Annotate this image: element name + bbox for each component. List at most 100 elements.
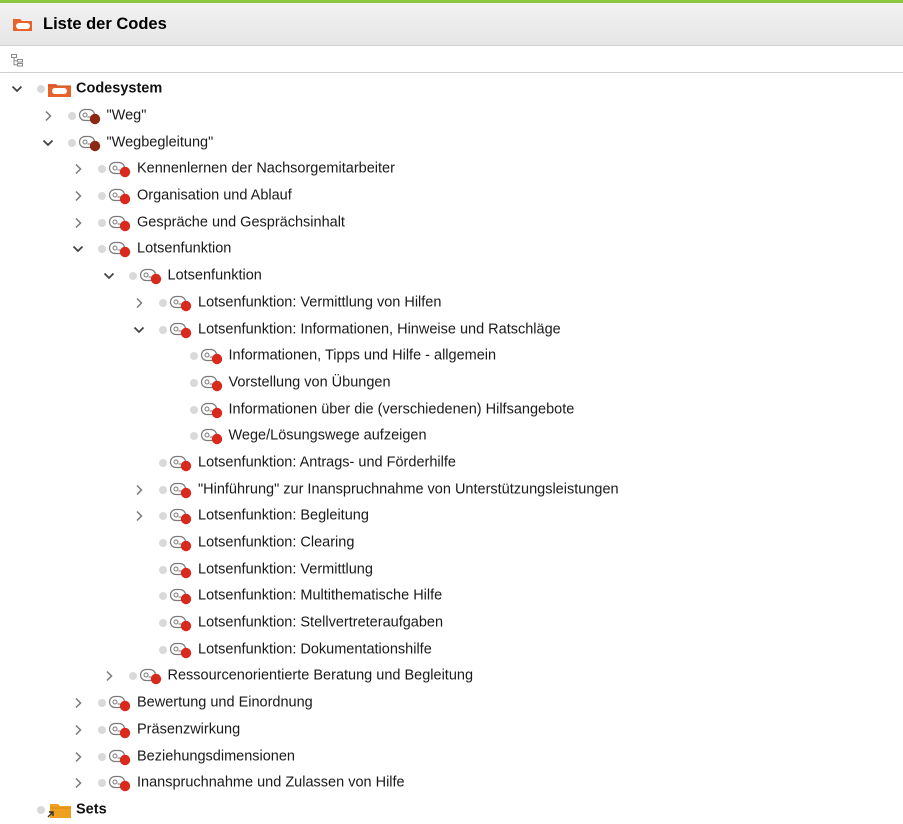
code-icon xyxy=(78,134,102,152)
chevron-right-icon[interactable] xyxy=(41,109,55,123)
tree-item-label: Lotsenfunktion: Begleitung xyxy=(198,508,369,525)
tree-item[interactable]: "Hinführung" zur Inanspruchnahme von Unt… xyxy=(0,476,903,503)
tree-item[interactable]: Lotsenfunktion xyxy=(0,236,903,263)
tree-item-label: Lotsenfunktion xyxy=(137,241,232,258)
tree-item-label: "Hinführung" zur Inanspruchnahme von Unt… xyxy=(198,481,619,498)
status-dot-icon xyxy=(159,325,167,334)
tree-item[interactable]: Lotsenfunktion: Begleitung xyxy=(0,503,903,530)
tree-item[interactable]: Informationen über die (verschiedenen) H… xyxy=(0,396,903,423)
code-icon xyxy=(200,347,224,365)
tree-item[interactable]: Beziehungsdimensionen xyxy=(0,743,903,770)
tree-item[interactable]: Präsenzwirkung xyxy=(0,717,903,744)
status-dot-icon xyxy=(98,752,106,761)
code-icon xyxy=(200,374,224,392)
tree-item-label: Lotsenfunktion: Stellvertreteraufgaben xyxy=(198,614,444,631)
code-icon xyxy=(108,160,132,178)
tree-item-sets[interactable]: Sets xyxy=(0,797,903,824)
status-dot-icon xyxy=(159,512,167,521)
status-dot-icon xyxy=(98,725,106,734)
chevron-down-icon[interactable] xyxy=(102,269,116,283)
status-dot-icon xyxy=(128,272,137,281)
code-icon xyxy=(108,694,132,712)
code-folder-icon xyxy=(12,16,34,32)
status-dot-icon xyxy=(159,619,167,628)
chevron-right-icon[interactable] xyxy=(71,216,85,230)
chevron-right-icon[interactable] xyxy=(132,509,146,523)
tree-item-label: Sets xyxy=(76,801,107,818)
tree-item-label: Lotsenfunktion: Dokumentationshilfe xyxy=(198,641,432,658)
chevron-right-icon[interactable] xyxy=(71,776,85,790)
status-dot-icon xyxy=(128,672,137,681)
chevron-right-icon[interactable] xyxy=(132,483,146,497)
tree-item[interactable]: Informationen, Tipps und Hilfe - allgeme… xyxy=(0,343,903,370)
code-icon xyxy=(169,321,193,339)
tree-item[interactable]: Lotsenfunktion: Informationen, Hinweise … xyxy=(0,316,903,343)
status-dot-icon xyxy=(98,779,106,788)
tree-item-label: Codesystem xyxy=(76,81,163,98)
tree-item-label: Lotsenfunktion: Multithematische Hilfe xyxy=(198,588,443,605)
tree-item-codesystem[interactable]: Codesystem xyxy=(0,76,903,103)
chevron-down-icon[interactable] xyxy=(10,82,24,96)
tree-item[interactable]: Lotsenfunktion: Multithematische Hilfe xyxy=(0,583,903,610)
tree-item-label: Wege/Lösungswege aufzeigen xyxy=(228,427,427,444)
tree-item[interactable]: Lotsenfunktion: Clearing xyxy=(0,530,903,557)
chevron-right-icon[interactable] xyxy=(71,162,85,176)
tree-item[interactable]: Vorstellung von Übungen xyxy=(0,370,903,397)
status-dot-icon xyxy=(67,112,76,121)
status-dot-icon xyxy=(98,245,106,254)
chevron-right-icon[interactable] xyxy=(71,723,85,737)
chevron-down-icon[interactable] xyxy=(132,323,146,337)
code-icon xyxy=(169,614,193,632)
status-dot-icon xyxy=(159,298,167,307)
tree-item-label: Beziehungsdimensionen xyxy=(137,748,295,765)
status-dot-icon xyxy=(159,539,167,548)
code-icon xyxy=(169,294,193,312)
toolbar xyxy=(0,47,903,73)
tree-item[interactable]: Bewertung und Einordnung xyxy=(0,690,903,717)
tree-item[interactable]: Organisation und Ablauf xyxy=(0,183,903,210)
code-icon xyxy=(108,187,132,205)
tree-item-label: Ressourcenorientierte Beratung und Begle… xyxy=(167,668,474,685)
tree-item[interactable]: Lotsenfunktion xyxy=(0,263,903,290)
chevron-down-icon[interactable] xyxy=(71,242,85,256)
status-dot-icon xyxy=(98,218,106,227)
tree-item[interactable]: Wege/Lösungswege aufzeigen xyxy=(0,423,903,450)
tree-item[interactable]: Lotsenfunktion: Vermittlung xyxy=(0,556,903,583)
status-dot-icon xyxy=(189,405,198,414)
code-tree: Codesystem "Weg" "Wegbegleitung" Kennenlern… xyxy=(0,76,903,823)
tree-item[interactable]: Kennenlernen der Nachsorgemitarbeiter xyxy=(0,156,903,183)
status-dot-icon xyxy=(159,592,167,601)
code-icon xyxy=(169,561,193,579)
status-dot-icon xyxy=(189,378,198,387)
status-dot-icon xyxy=(189,432,198,441)
tree-item[interactable]: Ressourcenorientierte Beratung und Begle… xyxy=(0,663,903,690)
status-dot-icon xyxy=(189,352,198,361)
code-icon xyxy=(108,721,132,739)
tree-item[interactable]: Gespräche und Gesprächsinhalt xyxy=(0,209,903,236)
tree-item[interactable]: Lotsenfunktion: Antrags- und Förderhilfe xyxy=(0,450,903,477)
tree-item[interactable]: "Wegbegleitung" xyxy=(0,129,903,156)
chevron-right-icon[interactable] xyxy=(71,189,85,203)
tree-item[interactable]: Inanspruchnahme und Zulassen von Hilfe xyxy=(0,770,903,797)
tree-item-label: Lotsenfunktion: Vermittlung xyxy=(198,561,373,578)
chevron-right-icon[interactable] xyxy=(71,750,85,764)
status-dot-icon xyxy=(98,699,106,708)
tree-item-label: Organisation und Ablauf xyxy=(137,187,292,204)
code-icon xyxy=(169,454,193,472)
chevron-right-icon[interactable] xyxy=(71,696,85,710)
chevron-down-icon[interactable] xyxy=(41,136,55,150)
code-icon xyxy=(169,507,193,525)
chevron-right-icon[interactable] xyxy=(132,296,146,310)
code-icon xyxy=(169,534,193,552)
tree-item[interactable]: Lotsenfunktion: Stellvertreteraufgaben xyxy=(0,610,903,637)
tree-structure-icon[interactable] xyxy=(10,53,24,67)
code-icon xyxy=(139,267,163,285)
tree-item[interactable]: "Weg" xyxy=(0,103,903,130)
tree-item[interactable]: Lotsenfunktion: Dokumentationshilfe xyxy=(0,636,903,663)
status-dot-icon xyxy=(159,565,167,574)
status-dot-icon xyxy=(37,85,45,94)
chevron-right-icon[interactable] xyxy=(102,669,116,683)
code-icon xyxy=(139,667,163,685)
tree-item[interactable]: Lotsenfunktion: Vermittlung von Hilfen xyxy=(0,290,903,317)
status-dot-icon xyxy=(67,138,76,147)
